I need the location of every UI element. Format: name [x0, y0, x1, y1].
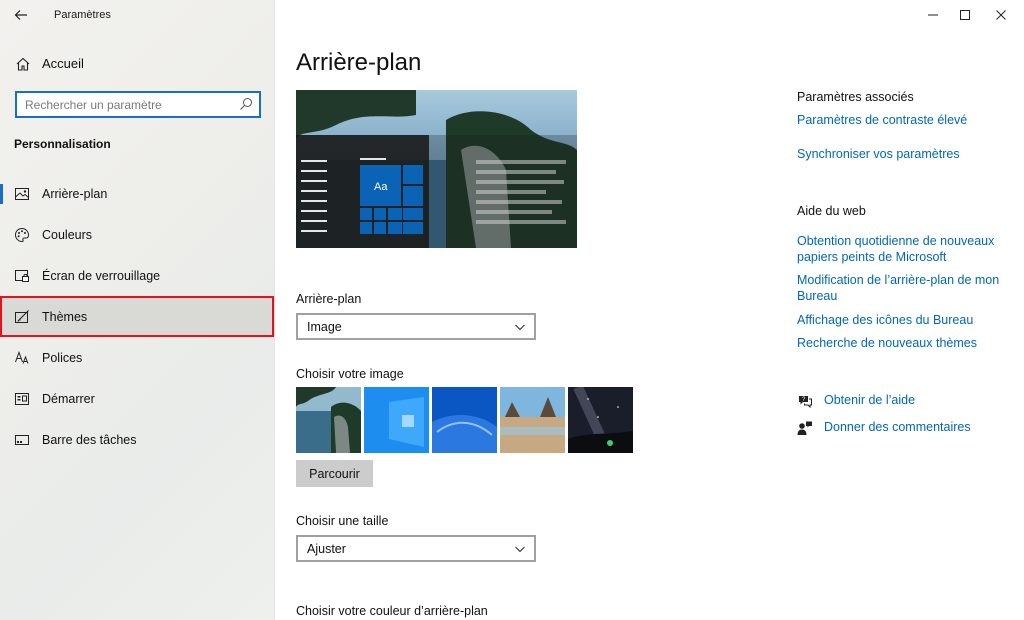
thumbnail-windows-dark[interactable]: [432, 387, 497, 453]
sidebar-nav: Arrière-plan Couleurs Écran de verrouill…: [0, 173, 275, 460]
start-icon: [15, 393, 29, 405]
link-find-themes[interactable]: Recherche de nouveaux thèmes: [797, 335, 1002, 351]
sidebar-item-label: Démarrer: [42, 392, 95, 406]
sidebar-item-taskbar[interactable]: Barre des tâches: [0, 419, 275, 460]
title-bar: Paramètres: [0, 0, 275, 30]
size-dropdown[interactable]: Ajuster: [296, 535, 536, 562]
sidebar-item-start[interactable]: Démarrer: [0, 378, 275, 419]
link-sync-settings[interactable]: Synchroniser vos paramètres: [797, 146, 1002, 162]
get-help-label: Obtenir de l’aide: [824, 393, 916, 407]
dropdown-value: Ajuster: [307, 542, 346, 556]
taskbar-icon: [15, 435, 29, 445]
brush-icon: [15, 310, 29, 323]
close-button[interactable]: [978, 0, 1024, 30]
related-settings-heading: Paramètres associés: [797, 90, 914, 104]
sidebar-item-label: Barre des tâches: [42, 433, 137, 447]
web-help-heading: Aide du web: [797, 204, 866, 218]
sidebar-item-background[interactable]: Arrière-plan: [0, 173, 275, 214]
sidebar-item-fonts[interactable]: Polices: [0, 337, 275, 378]
close-icon: [996, 10, 1006, 20]
sidebar-item-themes[interactable]: Thèmes: [0, 296, 275, 337]
chevron-down-icon: [515, 324, 525, 331]
feedback-label: Donner des commentaires: [824, 420, 971, 434]
link-change-background[interactable]: Modification de l’arrière-plan de mon Bu…: [797, 272, 1002, 304]
sidebar-item-lock-screen[interactable]: Écran de verrouillage: [0, 255, 275, 296]
link-high-contrast[interactable]: Paramètres de contraste élevé: [797, 112, 1002, 128]
back-arrow-icon: [14, 10, 27, 20]
thumbnail-night-sky[interactable]: [568, 387, 633, 453]
choose-image-label: Choisir votre image: [296, 367, 404, 381]
sidebar-item-label: Arrière-plan: [42, 187, 108, 201]
section-title: Personnalisation: [14, 137, 111, 151]
image-icon: [15, 188, 29, 200]
sidebar-item-label: Écran de verrouillage: [42, 269, 161, 283]
sidebar-item-colors[interactable]: Couleurs: [0, 214, 275, 255]
sidebar-item-home[interactable]: Accueil: [0, 50, 275, 78]
thumbnail-coast[interactable]: [296, 387, 361, 453]
palette-icon: [14, 227, 30, 243]
sidebar-item-label: Polices: [42, 351, 83, 365]
minimize-icon: [928, 14, 938, 16]
thumbnail-beach[interactable]: [500, 387, 565, 453]
link-desktop-icons[interactable]: Affichage des icônes du Bureau: [797, 312, 1002, 328]
choose-size-label: Choisir une taille: [296, 514, 389, 528]
dropdown-value: Image: [307, 320, 342, 334]
browse-button[interactable]: Parcourir: [296, 460, 373, 487]
search-field[interactable]: [15, 91, 261, 118]
maximize-icon: [960, 10, 970, 20]
feedback-link[interactable]: Donner des commentaires: [797, 419, 997, 437]
sidebar: Paramètres Accueil Personnalisation Arri…: [0, 0, 275, 620]
home-icon: [16, 57, 30, 71]
sidebar-item-label: Thèmes: [42, 310, 88, 324]
page-title: Arrière-plan: [296, 49, 422, 76]
background-type-label: Arrière-plan: [296, 292, 362, 306]
background-type-dropdown[interactable]: Image: [296, 313, 536, 340]
feedback-icon: [797, 421, 812, 435]
search-input[interactable]: [17, 93, 227, 116]
search-icon: [240, 98, 252, 110]
lock-screen-icon: [15, 270, 29, 282]
sidebar-item-label: Couleurs: [42, 228, 93, 242]
link-daily-wallpapers[interactable]: Obtention quotidienne de nouveaux papier…: [797, 233, 1002, 265]
background-preview: Aa: [296, 90, 577, 248]
thumbnail-windows-light[interactable]: [364, 387, 429, 453]
font-icon: [15, 351, 29, 364]
back-button[interactable]: [10, 4, 32, 26]
image-thumbnails: [296, 387, 641, 453]
choose-color-label: Choisir votre couleur d’arrière-plan: [296, 604, 488, 618]
sidebar-item-label: Accueil: [42, 56, 84, 71]
preview-tile-text: Aa: [374, 181, 388, 193]
chat-help-icon: ?: [799, 396, 812, 409]
app-title: Paramètres: [54, 9, 111, 21]
active-indicator: [0, 184, 3, 204]
chevron-down-icon: [515, 546, 525, 553]
get-help-link[interactable]: ? Obtenir de l’aide: [797, 392, 997, 410]
